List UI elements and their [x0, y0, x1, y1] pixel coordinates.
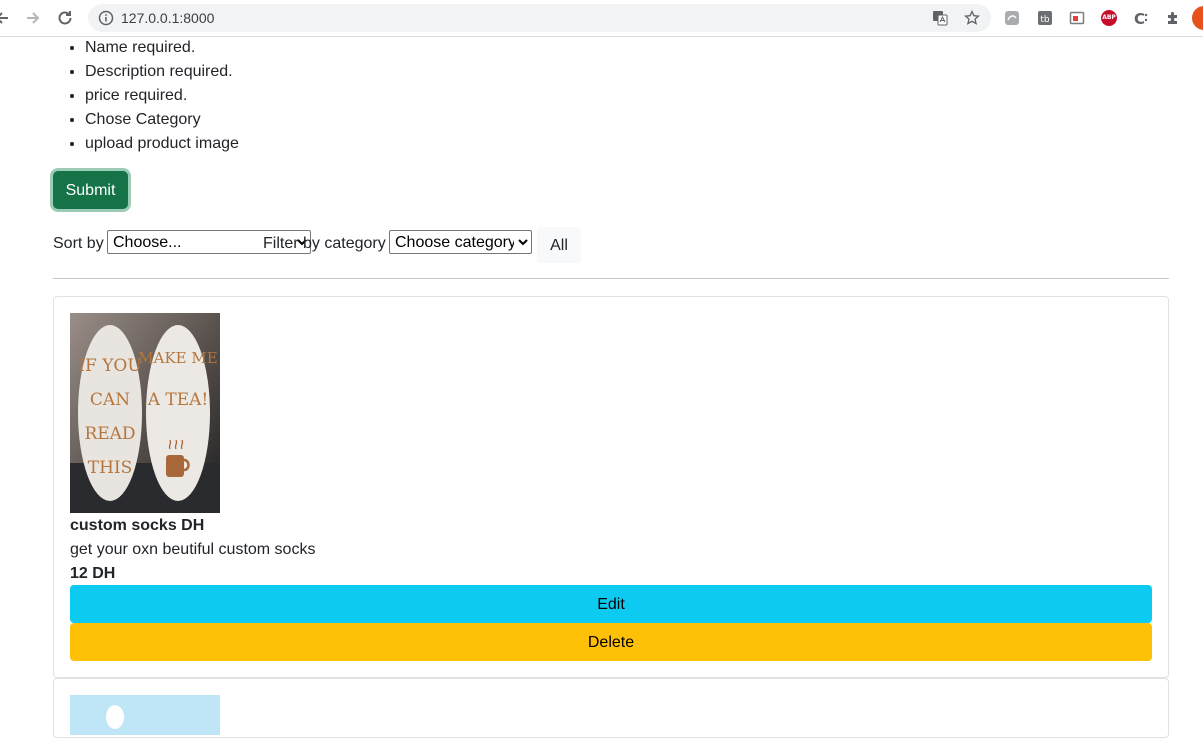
- profile-avatar[interactable]: [1192, 6, 1203, 30]
- validation-errors: Name required. Description required. pri…: [53, 36, 239, 156]
- product-card: [53, 678, 1169, 738]
- svg-text:tb: tb: [1040, 15, 1050, 25]
- svg-text:C: C: [1134, 10, 1145, 26]
- product-card: IF YOU CAN READ THIS MAKE ME A TEA! cust…: [53, 296, 1169, 678]
- product-name: custom socks DH: [70, 517, 205, 534]
- sock-text-right: MAKE ME: [138, 349, 217, 367]
- error-item: Description required.: [85, 60, 239, 84]
- product-photo: [70, 695, 220, 735]
- site-info-icon[interactable]: [98, 10, 114, 26]
- reload-icon[interactable]: [55, 8, 75, 28]
- socks-photo: IF YOU CAN READ THIS MAKE ME A TEA!: [70, 313, 220, 513]
- extension-tb-icon[interactable]: tb: [1037, 10, 1053, 26]
- delete-button[interactable]: Delete: [70, 623, 1152, 661]
- error-item: upload product image: [85, 132, 239, 156]
- sock-text-right: A TEA!: [147, 390, 209, 410]
- adblock-plus-icon[interactable]: ABP: [1101, 10, 1117, 26]
- sock-text-left: CAN: [90, 390, 130, 410]
- error-item: price required.: [85, 84, 239, 108]
- back-arrow-icon[interactable]: [0, 8, 12, 28]
- all-button[interactable]: All: [537, 227, 581, 263]
- forward-arrow-icon[interactable]: [23, 8, 43, 28]
- url-text[interactable]: 127.0.0.1:8000: [121, 10, 214, 26]
- extension-sync-icon[interactable]: [1004, 10, 1020, 26]
- bookmark-star-icon[interactable]: [964, 10, 980, 26]
- sock-text-left: IF YOU: [78, 356, 141, 376]
- browser-toolbar: 127.0.0.1:8000 tb ABP C: [0, 0, 1203, 37]
- sock-text-left: READ: [84, 424, 135, 444]
- extension-window-icon[interactable]: [1069, 10, 1085, 26]
- product-image: IF YOU CAN READ THIS MAKE ME A TEA!: [70, 313, 220, 513]
- edit-button[interactable]: Edit: [70, 585, 1152, 623]
- category-select[interactable]: Choose category: [389, 230, 532, 254]
- sock-text-left: THIS: [88, 458, 133, 478]
- submit-button[interactable]: Submit: [53, 171, 128, 209]
- product-image: [70, 695, 220, 735]
- sort-label: Sort by: [53, 235, 104, 252]
- translate-icon[interactable]: [932, 10, 948, 26]
- extensions-puzzle-icon[interactable]: [1165, 10, 1181, 26]
- product-description: get your oxn beutiful custom socks: [70, 541, 316, 558]
- filter-category-label: Filter by category: [263, 235, 386, 252]
- error-item: Chose Category: [85, 108, 239, 132]
- product-price: 12 DH: [70, 565, 116, 582]
- address-bar[interactable]: 127.0.0.1:8000: [88, 4, 991, 32]
- extension-c-icon[interactable]: C: [1133, 10, 1149, 26]
- divider: [53, 278, 1169, 279]
- error-item: Name required.: [85, 36, 239, 60]
